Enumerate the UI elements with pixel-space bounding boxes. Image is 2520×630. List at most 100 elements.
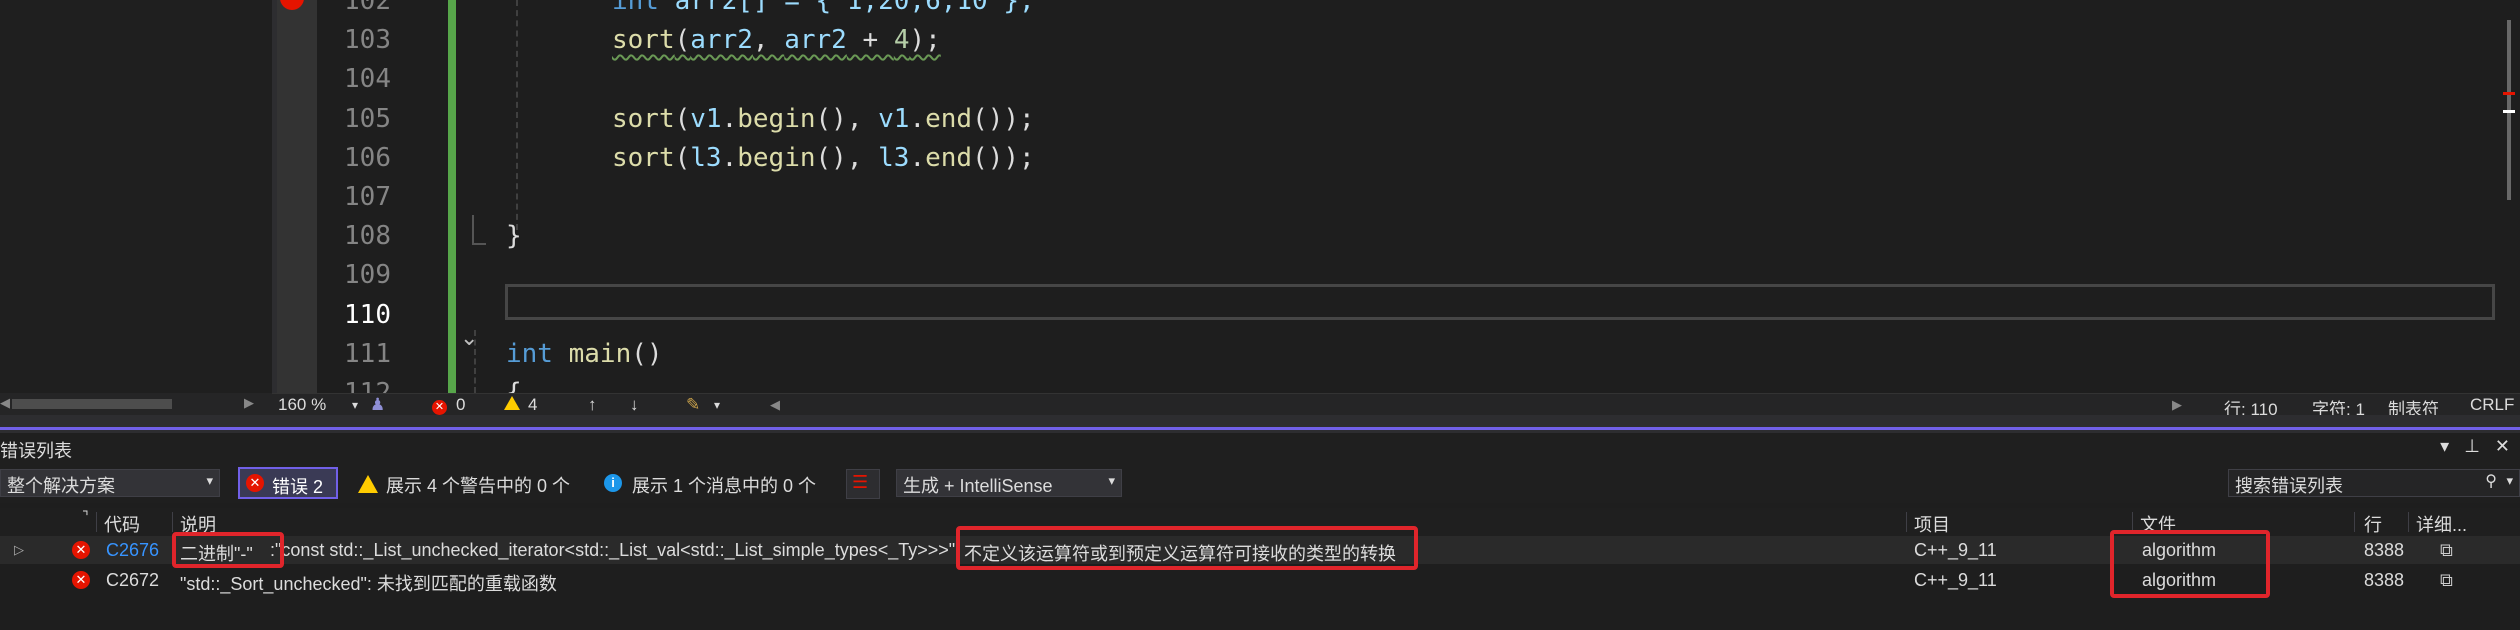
code-token: sort (612, 25, 675, 56)
code-token: main (568, 338, 632, 369)
line-number: 111 (344, 338, 391, 369)
code-token: l3 (690, 142, 722, 173)
next-issue-arrow-icon[interactable]: ↓ (630, 395, 639, 415)
code-line[interactable]: int main() (506, 339, 663, 369)
line-number-margin: 102103104105106107108109110111112 (317, 0, 405, 408)
filter-list-icon: ☰ (852, 472, 869, 492)
code-token: sort (612, 142, 675, 173)
cleanup-brush-icon[interactable]: ✎ (686, 395, 700, 415)
current-line-highlight (505, 284, 2495, 320)
scroll-right-arrow-icon[interactable]: ▶ (2172, 397, 2182, 413)
code-token: arr2 (784, 25, 847, 56)
code-token: , (752, 25, 785, 56)
code-line[interactable]: int arr2[] = { 1,20,6,10 }; (612, 0, 1035, 16)
code-token: v1 (878, 103, 910, 134)
indicator-margin[interactable] (277, 0, 317, 393)
window-position-icon[interactable]: ▾ (2440, 436, 2449, 456)
line-number: 102 (344, 0, 391, 16)
error-marker (2503, 92, 2515, 95)
window-controls[interactable]: ▾ ⊥ ✕ (2440, 436, 2510, 457)
pin-icon[interactable]: ⊥ (2464, 436, 2480, 456)
warning-count[interactable]: 4 (528, 395, 537, 415)
code-token: begin (737, 142, 816, 173)
column-detail[interactable]: 详细... (2416, 511, 2467, 537)
filter-toggle-button[interactable]: ☰ (846, 469, 880, 499)
cleanup-dropdown-icon[interactable]: ▾ (714, 398, 720, 412)
warnings-filter-button[interactable]: 展示 4 个警告中的 0 个 (386, 472, 570, 498)
search-placeholder: 搜索错误列表 (2235, 476, 2343, 496)
code-area[interactable]: int arr2[] = { 1,20,6,10 }; sort(arr2, ar… (456, 0, 2496, 393)
build-source-value: 生成 + IntelliSense (903, 476, 1053, 496)
line-ending[interactable]: CRLF (2470, 395, 2514, 415)
editor-status-bar: 160 % ▾ ♟ ✕ 0 4 ↑ ↓ ✎ ▾ ◀ ▶ 行: 110 字符: 1… (272, 393, 2520, 419)
code-token: . (721, 103, 738, 134)
highlight-box (172, 532, 284, 568)
code-line[interactable]: } (506, 221, 522, 251)
code-token: int (612, 0, 659, 16)
code-token: + (846, 25, 894, 56)
line-number: 110 (344, 299, 391, 330)
error-description: "std::_Sort_unchecked": 未找到匹配的重载函数 (180, 574, 557, 594)
scroll-left-arrow-icon[interactable]: ◀ (0, 395, 10, 411)
scope-end-marker (472, 215, 486, 245)
messages-filter-button[interactable]: 展示 1 个消息中的 0 个 (632, 472, 816, 498)
chevron-down-icon[interactable]: ▾ (2506, 473, 2513, 489)
change-tracking-bar (448, 0, 456, 393)
code-token: ( (674, 142, 691, 173)
indent-guide (516, 0, 518, 230)
code-token: (), (815, 142, 879, 173)
error-list-toolbar: 整个解决方案 ▾ ✕ 错误 2 展示 4 个警告中的 0 个 i 展示 1 个消… (0, 463, 2520, 503)
solution-explorer-panel (0, 0, 272, 393)
error-code-link[interactable]: C2676 (106, 540, 159, 561)
expand-arrow-icon[interactable]: ▷ (14, 542, 24, 558)
code-line[interactable]: sort(arr2, arr2 + 4); (612, 25, 941, 55)
code-token: end (925, 142, 973, 173)
active-panel-accent (0, 427, 2520, 430)
build-source-select[interactable]: 生成 + IntelliSense ▾ (896, 469, 1122, 497)
search-icon[interactable]: ⚲ (2485, 471, 2497, 491)
info-icon: i (604, 474, 622, 492)
error-description-part: :"const std::_List_unchecked_iterator<st… (270, 540, 956, 560)
code-token: () (631, 338, 663, 369)
code-line[interactable]: { (506, 378, 522, 393)
line-number: 107 (344, 182, 391, 212)
error-count-indicator[interactable]: ✕ (432, 395, 447, 415)
collapse-chevron-icon[interactable]: ⌄ (460, 325, 478, 351)
code-line[interactable]: sort(l3.begin(), l3.end()); (612, 143, 1035, 173)
code-token: arr2[] = { 1,20,6,10 }; (658, 0, 1035, 16)
error-line: 8388 (2364, 540, 2405, 560)
error-count[interactable]: 0 (456, 395, 465, 415)
error-line: 8388 (2364, 570, 2405, 590)
left-horizontal-scrollbar[interactable]: ◀ ▶ (0, 393, 272, 415)
highlight-box (2110, 530, 2270, 598)
zoom-dropdown-icon[interactable]: ▾ (352, 398, 358, 412)
error-code[interactable]: C2672 (106, 570, 159, 591)
panel-divider[interactable] (0, 415, 2520, 433)
zoom-level[interactable]: 160 % (278, 395, 326, 415)
code-token: 4 (893, 25, 910, 56)
column-project[interactable]: 项目 (1914, 511, 1950, 537)
copy-details-icon[interactable]: ⧉ (2440, 540, 2453, 561)
code-token: } (506, 221, 522, 252)
errors-filter-button[interactable]: ✕ 错误 2 (238, 467, 338, 499)
close-icon[interactable]: ✕ (2495, 436, 2510, 456)
code-token: . (909, 142, 926, 173)
copy-details-icon[interactable]: ⧉ (2440, 570, 2453, 591)
scope-select-value: 整个解决方案 (7, 476, 115, 496)
chevron-down-icon: ▾ (206, 473, 213, 488)
line-number: 109 (344, 260, 391, 291)
code-line[interactable]: sort(v1.begin(), v1.end()); (612, 104, 1035, 134)
vertical-scrollbar[interactable] (2497, 0, 2520, 393)
scroll-right-arrow-icon[interactable]: ▶ (244, 395, 254, 411)
intellicode-icon[interactable]: ♟ (370, 395, 385, 415)
scroll-left-arrow-icon[interactable]: ◀ (770, 397, 780, 413)
search-error-list-input[interactable]: 搜索错误列表 ⚲ ▾ (2228, 469, 2520, 497)
scroll-thumb[interactable] (12, 399, 172, 409)
scope-select[interactable]: 整个解决方案 ▾ (0, 469, 220, 497)
code-token: . (721, 142, 738, 173)
line-number: 108 (344, 221, 391, 252)
column-code[interactable]: 代码 (104, 511, 140, 537)
column-line[interactable]: 行 (2364, 511, 2382, 537)
previous-issue-arrow-icon[interactable]: ↑ (588, 395, 597, 415)
